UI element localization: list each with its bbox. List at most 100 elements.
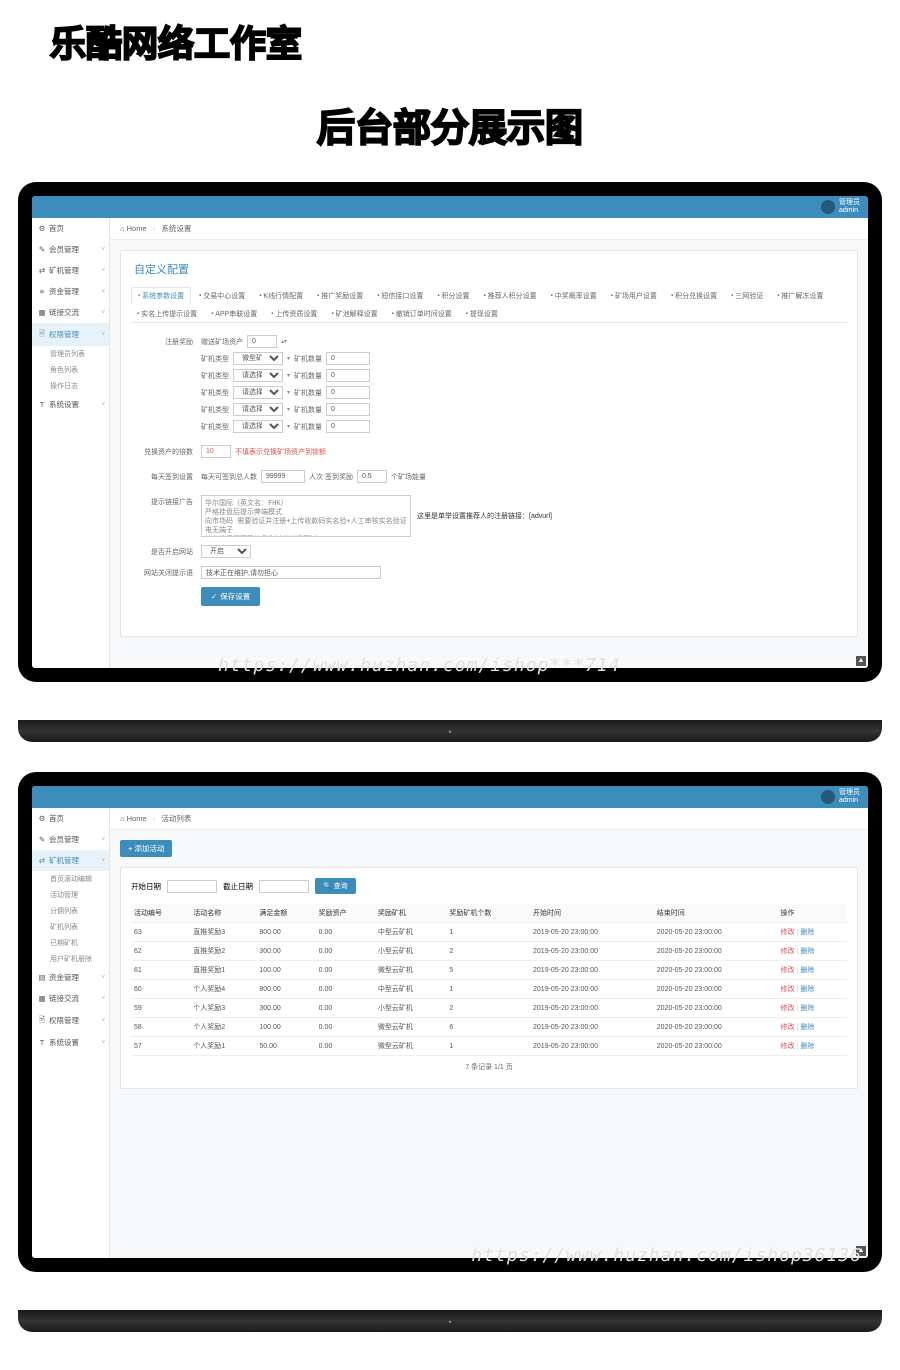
- breadcrumb-home[interactable]: Home: [127, 814, 147, 823]
- delete-link[interactable]: 删除: [800, 967, 814, 974]
- edit-link[interactable]: 修改: [781, 929, 795, 936]
- tab[interactable]: ▪中奖概率设置: [545, 287, 603, 304]
- tab[interactable]: ▪交易中心设置: [193, 287, 251, 304]
- sidebar-sub-item[interactable]: 分佣列表: [32, 903, 109, 919]
- sidebar-item[interactable]: ⚙首页: [32, 218, 109, 239]
- tab[interactable]: ▪APP串联设置: [205, 306, 263, 322]
- chevron-down-icon: ˅: [101, 975, 105, 981]
- edit-link[interactable]: 修改: [781, 1024, 795, 1031]
- site-close-msg-label: 网站关闭提示语: [131, 566, 201, 578]
- miner-qty-input[interactable]: [326, 352, 370, 365]
- delete-link[interactable]: 删除: [800, 1043, 814, 1050]
- menu-icon: ⇄: [38, 266, 46, 275]
- sidebar-sub-item[interactable]: 矿机列表: [32, 919, 109, 935]
- sidebar-sub-item[interactable]: 已期矿机: [32, 935, 109, 951]
- scroll-top-button[interactable]: ▲: [856, 656, 866, 666]
- tab[interactable]: ▪积分设置: [431, 287, 475, 304]
- tab-icon: ▪: [211, 311, 213, 317]
- menu-icon: ▤: [38, 973, 46, 982]
- checkin-count-input[interactable]: [261, 470, 305, 483]
- sidebar-item[interactable]: ✎会员管理˅: [32, 829, 109, 850]
- sidebar-item[interactable]: ▤资金管理˅: [32, 967, 109, 988]
- delete-link[interactable]: 删除: [800, 1005, 814, 1012]
- sidebar-sub-item[interactable]: 用户矿机册除: [32, 951, 109, 967]
- sidebar-item[interactable]: ⇄矿机管理˅: [32, 260, 109, 281]
- end-date-label: 截止日期: [223, 881, 253, 892]
- tab[interactable]: ▪三网验证: [725, 287, 769, 304]
- stepper-icon[interactable]: ▴▾: [281, 338, 287, 345]
- sidebar-item[interactable]: T系统设置˅: [32, 1032, 109, 1053]
- menu-icon: ≡: [38, 287, 46, 296]
- tab[interactable]: ▪推广奖励设置: [311, 287, 369, 304]
- breadcrumb-home[interactable]: Home: [127, 224, 147, 233]
- delete-link[interactable]: 删除: [800, 1024, 814, 1031]
- sidebar-sub-item[interactable]: 操作日志: [32, 378, 109, 394]
- save-button[interactable]: ✓ 保存设置: [201, 587, 260, 606]
- sidebar-sub-item[interactable]: 活动管理: [32, 887, 109, 903]
- sidebar-sub-item[interactable]: 角色列表: [32, 362, 109, 378]
- table-header: 满足金额: [256, 904, 315, 923]
- sidebar-item[interactable]: ▦链接交流˅: [32, 988, 109, 1009]
- sidebar-item[interactable]: 🗎权限管理˅: [32, 323, 109, 346]
- edit-link[interactable]: 修改: [781, 948, 795, 955]
- table-header: 结束时间: [654, 904, 778, 923]
- edit-link[interactable]: 修改: [781, 986, 795, 993]
- monitor-2: 管理员 admin ⚙首页✎会员管理˅⇄矿机管理˅首页滚动编辑活动管理分佣列表矿…: [18, 772, 882, 1272]
- tab[interactable]: ▪矿池解释设置: [325, 306, 383, 322]
- add-activity-button[interactable]: + 添加活动: [120, 840, 172, 857]
- tab[interactable]: ▪矿场用户设置: [605, 287, 663, 304]
- delete-link[interactable]: 删除: [800, 986, 814, 993]
- tab-icon: ▪: [731, 293, 733, 299]
- sidebar-item[interactable]: ⇄矿机管理˅: [32, 850, 109, 871]
- tab[interactable]: ▪上传资质设置: [265, 306, 323, 322]
- search-button[interactable]: 🔍 查询: [315, 878, 356, 894]
- tab[interactable]: ▪撤销订单时间设置: [386, 306, 458, 322]
- sidebar-item[interactable]: ⚙首页: [32, 808, 109, 829]
- tab-icon: ▪: [551, 293, 553, 299]
- miner-type-select[interactable]: 请选择: [233, 386, 283, 399]
- miner-qty-input[interactable]: [326, 420, 370, 433]
- checkin-reward-input[interactable]: [357, 470, 387, 483]
- site-close-msg-input[interactable]: [201, 566, 381, 579]
- miner-qty-input[interactable]: [326, 369, 370, 382]
- monitor-base: 🞄: [18, 720, 882, 742]
- home-icon: ⌂: [120, 814, 125, 823]
- tab[interactable]: ▪系统参数设置: [131, 287, 191, 305]
- sidebar-item[interactable]: ▦链接交流˅: [32, 302, 109, 323]
- edit-link[interactable]: 修改: [781, 967, 795, 974]
- exchange-input[interactable]: [201, 445, 231, 458]
- table-header: 操作: [778, 904, 847, 923]
- promo-textarea[interactable]: 华尔国际（英文名：FHK） 严格挂盘后提示弊端模式 向市场码 需要验证并注册+上…: [201, 495, 411, 537]
- reg-reward-input[interactable]: [247, 335, 277, 348]
- miner-type-select[interactable]: 微型矿机（赠: [233, 352, 283, 365]
- tab[interactable]: ▪推广解冻设置: [771, 287, 829, 304]
- start-date-input[interactable]: [167, 880, 217, 893]
- miner-type-select[interactable]: 请选择: [233, 420, 283, 433]
- sidebar-item[interactable]: 🗎权限管理˅: [32, 1009, 109, 1032]
- chevron-down-icon: ▾: [287, 406, 290, 413]
- site-open-select[interactable]: 开启: [201, 545, 251, 558]
- sidebar-item[interactable]: T系统设置˅: [32, 394, 109, 415]
- miner-qty-input[interactable]: [326, 386, 370, 399]
- miner-qty-input[interactable]: [326, 403, 370, 416]
- delete-link[interactable]: 删除: [800, 929, 814, 936]
- user-menu[interactable]: 管理员 admin: [821, 199, 860, 214]
- miner-type-select[interactable]: 请选择: [233, 403, 283, 416]
- sidebar-item[interactable]: ≡资金管理˅: [32, 281, 109, 302]
- tab[interactable]: ▪积分兑换设置: [665, 287, 723, 304]
- tab[interactable]: ▪推荐人积分设置: [478, 287, 543, 304]
- edit-link[interactable]: 修改: [781, 1005, 795, 1012]
- tab[interactable]: ▪提现设置: [460, 306, 504, 322]
- sub-title: 后台部分展示图: [0, 67, 900, 172]
- tab[interactable]: ▪实名上传提示设置: [131, 306, 203, 322]
- delete-link[interactable]: 删除: [800, 948, 814, 955]
- user-menu[interactable]: 管理员 admin: [821, 789, 860, 804]
- sidebar-sub-item[interactable]: 管理员列表: [32, 346, 109, 362]
- tab[interactable]: ▪短信接口设置: [371, 287, 429, 304]
- sidebar-item[interactable]: ✎会员管理˅: [32, 239, 109, 260]
- end-date-input[interactable]: [259, 880, 309, 893]
- edit-link[interactable]: 修改: [781, 1043, 795, 1050]
- miner-type-select[interactable]: 请选择: [233, 369, 283, 382]
- tab[interactable]: ▪K线行情配置: [253, 287, 309, 304]
- sidebar-sub-item[interactable]: 首页滚动编辑: [32, 871, 109, 887]
